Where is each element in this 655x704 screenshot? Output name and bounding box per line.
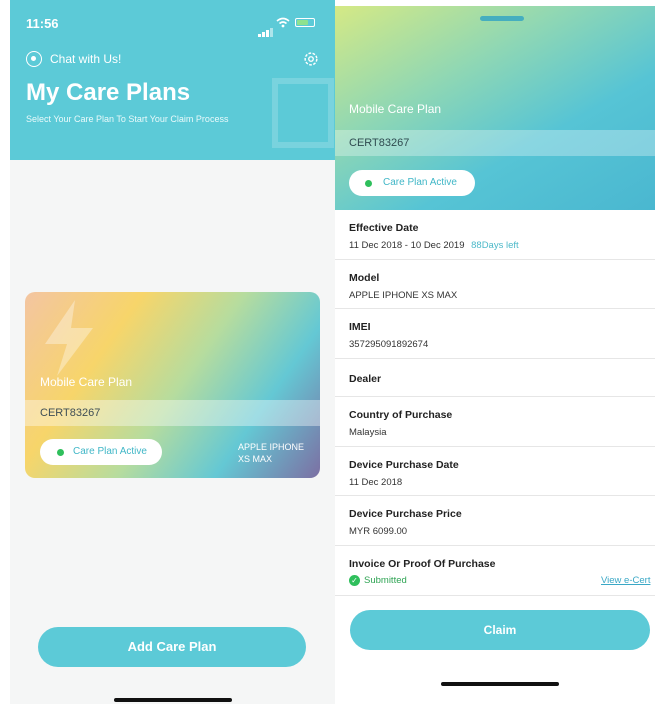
purchase-date-label: Device Purchase Date [349,459,459,471]
model-row: Model APPLE IPHONE XS MAX [335,260,655,309]
page-subtitle: Select Your Care Plan To Start Your Clai… [26,114,229,124]
purchase-date-row: Device Purchase Date 11 Dec 2018 [335,447,655,496]
model-label: Model [349,272,380,284]
card-plan-name: Mobile Care Plan [40,375,133,389]
signal-icon [258,19,274,37]
claim-button[interactable]: Claim [350,610,650,650]
card-cert-number: CERT83267 [40,407,101,419]
model-value: APPLE IPHONE XS MAX [349,290,458,301]
sheet-grab-handle[interactable] [480,16,524,21]
card-model-line1: APPLE IPHONE [238,442,305,452]
effective-date-range: 11 Dec 2018 - 10 Dec 2019 [349,240,465,251]
chat-with-us-link[interactable]: Chat with Us! [50,52,121,66]
purchase-price-label: Device Purchase Price [349,508,462,520]
effective-date-value: 11 Dec 2018 - 10 Dec 2019 88Days left [349,240,519,251]
logo-watermark [272,78,334,148]
care-plan-card[interactable]: Mobile Care Plan CERT83267 Care Plan Act… [25,292,320,478]
country-row: Country of Purchase Malaysia [335,397,655,447]
detail-plan-name: Mobile Care Plan [349,102,442,116]
detail-status-text: Care Plan Active [383,177,457,188]
imei-label: IMEI [349,321,371,333]
page-title: My Care Plans [26,79,191,106]
country-value: Malaysia [349,427,387,438]
detail-header: Mobile Care Plan CERT83267 Care Plan Act… [335,6,655,210]
status-time: 11:56 [26,16,59,31]
purchase-price-value: MYR 6099.00 [349,526,408,537]
card-status-pill: Care Plan Active [40,439,162,465]
battery-icon [295,18,315,27]
chat-icon[interactable] [26,51,42,67]
dealer-label: Dealer [349,373,382,385]
add-care-plan-button[interactable]: Add Care Plan [38,627,306,667]
effective-date-label: Effective Date [349,222,419,234]
invoice-status: Submitted [364,575,407,586]
purchase-date-value: 11 Dec 2018 [349,477,403,488]
dealer-row: Dealer [335,359,655,397]
care-plans-screen: 11:56 Chat with Us! My Care Plans Select… [10,0,335,704]
days-left-badge: 88Days left [471,240,519,251]
imei-value: 357295091892674 [349,339,429,350]
view-e-cert-link[interactable]: View e-Cert [601,575,650,586]
country-label: Country of Purchase [349,409,453,421]
card-status-text: Care Plan Active [73,446,147,457]
header: 11:56 Chat with Us! My Care Plans Select… [10,0,335,160]
gear-icon[interactable] [302,50,320,68]
lightning-bolt-icon [45,300,93,376]
plan-detail-sheet: Mobile Care Plan CERT83267 Care Plan Act… [335,6,655,704]
wifi-icon [276,17,290,28]
home-indicator [114,698,232,702]
purchase-price-row: Device Purchase Price MYR 6099.00 [335,496,655,546]
imei-row: IMEI 357295091892674 [335,309,655,359]
invoice-label: Invoice Or Proof Of Purchase [349,558,496,570]
invoice-row: Invoice Or Proof Of Purchase ✓ Submitted… [335,546,655,596]
active-dot-icon [57,449,64,456]
check-circle-icon: ✓ [349,575,360,586]
card-model-line2: XS MAX [238,454,273,464]
home-indicator [441,682,559,686]
detail-status-pill: Care Plan Active [349,170,475,196]
active-dot-icon [365,180,372,187]
detail-cert-number: CERT83267 [349,137,410,149]
effective-date-row: Effective Date 11 Dec 2018 - 10 Dec 2019… [335,210,655,260]
